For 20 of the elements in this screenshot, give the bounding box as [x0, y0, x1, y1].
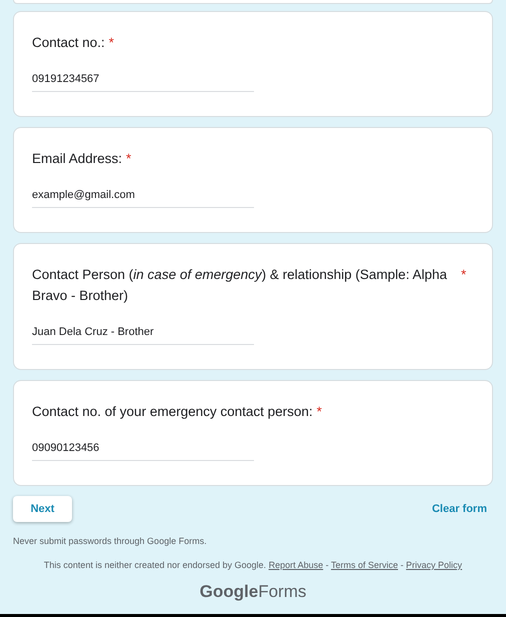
next-button[interactable]: Next — [13, 496, 72, 522]
question-title: Contact no.: — [32, 34, 105, 52]
question-title: Contact Person (in case of emergency) & relationship (Sample: Alpha Bravo - Brother) — [32, 266, 448, 305]
question-title: Contact no. of your emergency contact person: — [32, 403, 313, 421]
answer-field[interactable]: Juan Dela Cruz - Brother — [32, 322, 254, 345]
password-warning: Never submit passwords through Google Forms. — [13, 536, 208, 546]
clear-form-link[interactable]: Clear form — [432, 503, 487, 515]
footer-link[interactable]: Report Abuse — [268, 560, 324, 570]
question-title: Email Address: — [32, 150, 122, 168]
footer-link[interactable]: Terms of Service — [330, 560, 398, 570]
answer-field[interactable]: example@gmail.com — [32, 185, 254, 208]
answer-field[interactable]: 09090123456 — [32, 438, 254, 461]
disclaimer-text: This content is neither created nor endorsed by Google. Report Abuse - Terms of Service - Privacy Policy — [42, 560, 464, 570]
required-mark: * — [316, 403, 322, 421]
answer-field[interactable]: 09191234567 — [32, 69, 254, 92]
footer-link[interactable]: Privacy Policy — [406, 560, 462, 570]
required-mark: * — [126, 150, 132, 168]
google-forms-logo: GoogleForms — [198, 582, 308, 602]
required-mark: * — [461, 266, 466, 284]
required-mark: * — [108, 34, 114, 52]
